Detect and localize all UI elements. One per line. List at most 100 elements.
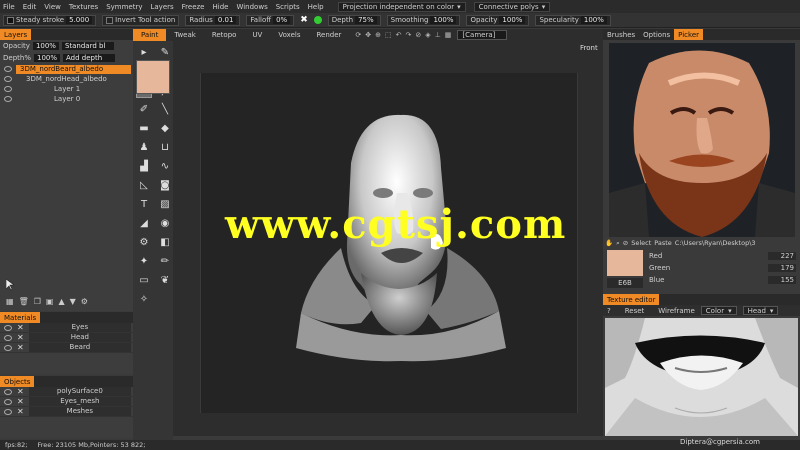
close-icon[interactable]: ✕ [17, 343, 24, 352]
roller-icon[interactable]: ▬ [136, 120, 152, 136]
depth-value[interactable]: 75% [355, 16, 377, 24]
layer-row[interactable]: Layer 1 [0, 84, 133, 94]
list-item[interactable]: ✕ Head [0, 333, 133, 343]
undo-icon[interactable]: ↶ [396, 31, 402, 39]
image-icon[interactable]: ▨ [157, 196, 173, 212]
tab-voxels[interactable]: Voxels [270, 29, 308, 41]
eye-icon[interactable] [4, 86, 12, 92]
move-down-icon[interactable]: ▼ [70, 297, 76, 306]
invert-tool-checkbox[interactable] [106, 16, 114, 24]
projection-mode-dropdown[interactable]: Projection independent on color ▾ [337, 1, 466, 12]
uv-texture-view[interactable] [605, 318, 798, 436]
hand-icon[interactable]: ✋ [605, 239, 613, 247]
material-dropdown[interactable]: Head ▾ [742, 306, 779, 315]
red-value[interactable]: 227 [768, 252, 796, 260]
smoothing-control[interactable]: Smoothing 100% [386, 14, 461, 26]
cube-icon[interactable]: ◈ [425, 31, 430, 39]
tab-layers[interactable]: Layers [0, 29, 32, 40]
viewport[interactable]: www.cgtsj.com [173, 41, 603, 436]
pencil-icon[interactable]: ✏ [157, 253, 173, 269]
tab-objects[interactable]: Objects [0, 376, 35, 387]
specularity-control[interactable]: Specularity 100% [535, 14, 611, 26]
shape-icon[interactable]: ◺ [136, 177, 152, 193]
blend-mode-dropdown[interactable]: Standard bl [61, 42, 114, 50]
smoothing-value[interactable]: 100% [430, 16, 457, 24]
falloff-value[interactable]: 0% [273, 16, 291, 24]
opacity-value[interactable]: 100% [499, 16, 526, 24]
tab-picker[interactable]: Picker [674, 29, 704, 40]
eye-icon[interactable] [4, 324, 12, 331]
tab-options[interactable]: Options [639, 29, 674, 40]
menu-view[interactable]: View [44, 3, 61, 11]
close-icon[interactable]: ✕ [17, 407, 24, 416]
eye-icon[interactable] [4, 344, 12, 351]
eye-icon[interactable] [4, 334, 12, 341]
picker-icon[interactable]: ◧ [157, 234, 173, 250]
steady-stroke-value[interactable]: 5.000 [66, 16, 93, 24]
clone-icon[interactable]: ⊔ [157, 139, 173, 155]
steady-stroke-control[interactable]: Steady stroke 5.000 [3, 14, 97, 26]
invert-tool-control[interactable]: Invert Tool action [102, 14, 180, 26]
wireframe-toggle[interactable]: Wireframe [658, 307, 695, 315]
tab-retopo[interactable]: Retopo [204, 29, 245, 41]
tab-paint[interactable]: Paint [133, 29, 167, 41]
steady-stroke-checkbox[interactable] [7, 16, 14, 24]
text-icon[interactable]: T [136, 196, 152, 212]
layer-depth-value[interactable]: 100% [33, 54, 60, 62]
bucket-icon[interactable]: ▟ [136, 158, 152, 174]
redo-icon[interactable]: ↷ [406, 31, 412, 39]
merge-layer-icon[interactable]: ▣ [46, 297, 54, 306]
menu-freeze[interactable]: Freeze [182, 3, 205, 11]
close-icon[interactable]: ✕ [17, 333, 24, 342]
mirror-x-icon[interactable]: ✖ [300, 15, 308, 25]
menu-hide[interactable]: Hide [213, 3, 229, 11]
spray-icon[interactable]: ✧ [136, 291, 152, 307]
green-sphere-icon[interactable] [313, 16, 322, 24]
tab-tweak[interactable]: Tweak [166, 29, 204, 41]
hex-code[interactable]: E6B [607, 278, 643, 288]
grid-icon[interactable]: ▦ [445, 31, 452, 39]
specularity-value[interactable]: 100% [580, 16, 607, 24]
zoom-icon[interactable]: ⊕ [375, 31, 381, 39]
eye-icon[interactable] [4, 76, 12, 82]
menu-help[interactable]: Help [308, 3, 324, 11]
pen-icon[interactable]: ✎ [157, 44, 173, 60]
no-symbol-icon[interactable]: ⊘ [623, 239, 628, 247]
gear-icon[interactable]: ⚙ [136, 234, 152, 250]
opacity-control[interactable]: Opacity 100% [466, 14, 530, 26]
falloff-control[interactable]: Falloff 0% [246, 14, 295, 26]
menu-layers[interactable]: Layers [150, 3, 173, 11]
close-icon[interactable]: ✕ [17, 387, 24, 396]
eye-icon[interactable] [4, 388, 12, 395]
eye-icon[interactable] [4, 398, 12, 405]
connective-dropdown[interactable]: Connective polys ▾ [473, 1, 551, 12]
menu-file[interactable]: File [3, 3, 15, 11]
layer-row[interactable]: 3DM_nordBeard_albedo [0, 64, 133, 74]
fill-icon[interactable]: ◆ [157, 120, 173, 136]
eye-icon[interactable] [4, 96, 12, 102]
frame-icon[interactable]: ⬚ [385, 31, 392, 39]
tab-texture-editor[interactable]: Texture editor [603, 294, 660, 305]
sponge-icon[interactable]: ▭ [136, 272, 152, 288]
select-button[interactable]: Select [631, 239, 651, 247]
arrow-icon[interactable]: ▸ [136, 44, 152, 60]
camera-dropdown[interactable]: [Camera] [457, 30, 508, 40]
radius-value[interactable]: 0.01 [214, 16, 237, 24]
blue-value[interactable]: 155 [768, 276, 796, 284]
picker-image[interactable] [609, 43, 795, 237]
move-icon[interactable]: ✥ [365, 31, 371, 39]
magnifier-icon[interactable]: ⌕ [616, 239, 620, 248]
reset-button[interactable]: Reset [625, 307, 645, 315]
layer-opacity-value[interactable]: 100% [32, 42, 59, 50]
tab-render[interactable]: Render [309, 29, 350, 41]
layer-row[interactable]: 3DM_nordHead_albedo [0, 74, 133, 84]
help-button[interactable]: ? [607, 307, 611, 315]
paste-button[interactable]: Paste [654, 239, 672, 247]
no-symbol-icon[interactable]: ⊘ [415, 31, 421, 39]
rotate-icon[interactable]: ⟳ [355, 31, 361, 39]
eye-icon[interactable] [4, 66, 12, 72]
menu-textures[interactable]: Textures [69, 3, 98, 11]
smudge-icon[interactable]: ✐ [136, 101, 152, 117]
close-icon[interactable]: ✕ [17, 397, 24, 406]
tab-brushes[interactable]: Brushes [603, 29, 639, 40]
